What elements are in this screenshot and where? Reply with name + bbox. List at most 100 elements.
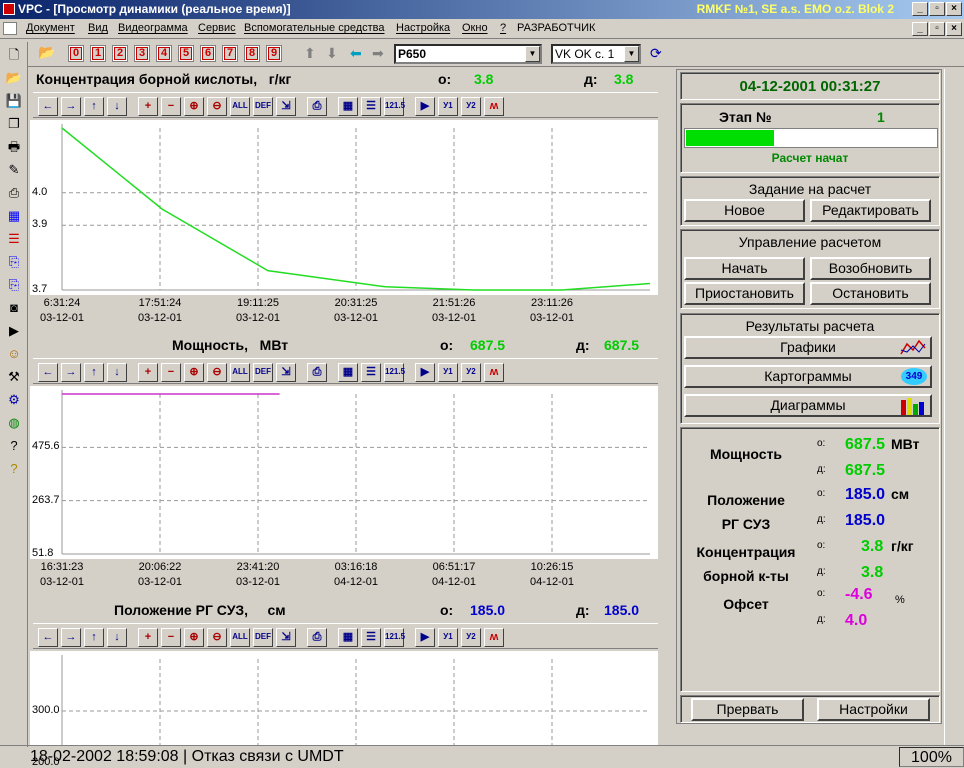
arrow-left-icon[interactable]: ⬅ xyxy=(350,45,362,62)
def-icon[interactable]: DEF xyxy=(253,628,273,647)
zoom-in-icon[interactable]: + xyxy=(138,363,158,382)
refresh-icon[interactable]: ⟳ xyxy=(650,45,662,62)
new-task-button[interactable]: Новое xyxy=(684,199,805,222)
open-folder-icon[interactable]: 📂 xyxy=(38,44,55,61)
grid-icon[interactable]: ▦ xyxy=(338,363,358,382)
arrow-up-icon[interactable]: ↑ xyxy=(84,628,104,647)
menu-settings[interactable]: Настройка xyxy=(396,22,450,34)
zoom-out-icon[interactable]: − xyxy=(161,97,181,116)
zoom-in-icon[interactable]: + xyxy=(138,97,158,116)
arrow-left-icon[interactable]: ← xyxy=(38,628,58,647)
print-icon[interactable]: ⎙ xyxy=(307,628,327,647)
gear-icon[interactable]: ⚙ xyxy=(3,389,25,410)
zoom-x-icon[interactable]: ⊕ xyxy=(184,363,204,382)
arrow-left-icon[interactable]: ← xyxy=(38,97,58,116)
pause-button[interactable]: Приостановить xyxy=(684,282,805,305)
start-button[interactable]: Начать xyxy=(684,257,805,280)
magic-wand-icon[interactable]: ✎ xyxy=(3,159,25,180)
arrow-down-icon[interactable]: ↓ xyxy=(107,628,127,647)
print-icon[interactable]: 🖶 xyxy=(3,136,25,157)
arrow-down-icon[interactable]: ↓ xyxy=(107,363,127,382)
y1-icon[interactable]: У1 xyxy=(438,97,458,116)
new-file-icon[interactable]: 🗋 xyxy=(3,44,25,65)
play-icon[interactable]: ▶ xyxy=(415,97,435,116)
all-icon[interactable]: ALL xyxy=(230,97,250,116)
arrow-up-icon[interactable]: ⬆ xyxy=(304,45,316,62)
menu-document[interactable]: Документ xyxy=(26,22,75,34)
trend-icon[interactable]: ʍ xyxy=(484,363,504,382)
y2-icon[interactable]: У2 xyxy=(461,628,481,647)
parameter-combo[interactable]: P650 ▼ xyxy=(394,44,542,64)
minimize-button[interactable]: _ xyxy=(912,2,928,16)
arrow-right-icon[interactable]: ➡ xyxy=(372,45,384,62)
legend-icon[interactable]: ☰ xyxy=(361,363,381,382)
zoom-reset-icon[interactable]: ⊖ xyxy=(207,628,227,647)
menu-service[interactable]: Сервис xyxy=(198,22,236,34)
zoom-out-icon[interactable]: − xyxy=(161,628,181,647)
arrow-right-icon[interactable]: → xyxy=(61,97,81,116)
videogram-6-button[interactable]: 6 xyxy=(200,45,216,62)
arrow-left-icon[interactable]: ← xyxy=(38,363,58,382)
menu-developer[interactable]: РАЗРАБОТЧИК xyxy=(517,22,595,34)
def-icon[interactable]: DEF xyxy=(253,97,273,116)
arrow-right-icon[interactable]: → xyxy=(61,628,81,647)
zoom-reset-icon[interactable]: ⊖ xyxy=(207,97,227,116)
chart-plot-area[interactable] xyxy=(30,651,658,745)
videogram-9-button[interactable]: 9 xyxy=(266,45,282,62)
arrow-up-icon[interactable]: ↑ xyxy=(84,363,104,382)
child-minimize-button[interactable]: _ xyxy=(912,22,928,36)
print-icon[interactable]: ⎙ xyxy=(307,97,327,116)
legend-icon[interactable]: ☰ xyxy=(361,628,381,647)
numeric-icon[interactable]: 121.5 xyxy=(384,628,405,647)
export-icon[interactable]: ⇲ xyxy=(276,363,296,382)
videogram-5-button[interactable]: 5 xyxy=(178,45,194,62)
copy-icon[interactable]: ❐ xyxy=(3,113,25,134)
network2-icon[interactable]: ⎘ xyxy=(3,274,25,295)
cartograms-button[interactable]: Картограммы 349 xyxy=(684,365,932,388)
zoom-x-icon[interactable]: ⊕ xyxy=(184,628,204,647)
video-camera-icon[interactable]: ▶ xyxy=(3,320,25,341)
menu-aux-tools[interactable]: Вспомогательные средства xyxy=(244,22,385,34)
stop-button[interactable]: Остановить xyxy=(810,282,931,305)
menu-view[interactable]: Вид xyxy=(88,22,108,34)
abort-button[interactable]: Прервать xyxy=(691,698,804,721)
trend-icon[interactable]: ʍ xyxy=(484,97,504,116)
play-icon[interactable]: ▶ xyxy=(415,628,435,647)
edit-task-button[interactable]: Редактировать xyxy=(810,199,931,222)
settings-button[interactable]: Настройки xyxy=(817,698,930,721)
videogram-8-button[interactable]: 8 xyxy=(244,45,260,62)
chart-icon[interactable]: ▦ xyxy=(3,205,25,226)
list-icon[interactable]: ☰ xyxy=(3,228,25,249)
globe-icon[interactable]: ◍ xyxy=(3,412,25,433)
zoom-in-icon[interactable]: + xyxy=(138,628,158,647)
printer2-icon[interactable]: ⎙ xyxy=(3,182,25,203)
arrow-right-icon[interactable]: → xyxy=(61,363,81,382)
videogram-2-button[interactable]: 2 xyxy=(112,45,128,62)
zoom-x-icon[interactable]: ⊕ xyxy=(184,97,204,116)
export-icon[interactable]: ⇲ xyxy=(276,97,296,116)
print-icon[interactable]: ⎙ xyxy=(307,363,327,382)
play-icon[interactable]: ▶ xyxy=(415,363,435,382)
vertical-scrollbar[interactable] xyxy=(944,69,962,745)
y1-icon[interactable]: У1 xyxy=(438,628,458,647)
chart-plot-area[interactable] xyxy=(30,386,658,559)
def-icon[interactable]: DEF xyxy=(253,363,273,382)
close-button[interactable]: × xyxy=(946,2,962,16)
chart-plot-area[interactable] xyxy=(30,120,658,295)
arrow-up-icon[interactable]: ↑ xyxy=(84,97,104,116)
videogram-3-button[interactable]: 3 xyxy=(134,45,150,62)
all-icon[interactable]: ALL xyxy=(230,628,250,647)
menu-videogram[interactable]: Видеограмма xyxy=(118,22,188,34)
tools-icon[interactable]: ⚒ xyxy=(3,366,25,387)
legend-icon[interactable]: ☰ xyxy=(361,97,381,116)
grid-icon[interactable]: ▦ xyxy=(338,97,358,116)
chevron-down-icon[interactable]: ▼ xyxy=(624,46,639,62)
numeric-icon[interactable]: 121.5 xyxy=(384,97,405,116)
diagrams-button[interactable]: Диаграммы xyxy=(684,394,932,417)
arrow-down-icon[interactable]: ↓ xyxy=(107,97,127,116)
zoom-out-icon[interactable]: − xyxy=(161,363,181,382)
y2-icon[interactable]: У2 xyxy=(461,97,481,116)
child-close-button[interactable]: × xyxy=(946,22,962,36)
help-icon[interactable]: ? xyxy=(3,458,25,479)
zoom-reset-icon[interactable]: ⊖ xyxy=(207,363,227,382)
